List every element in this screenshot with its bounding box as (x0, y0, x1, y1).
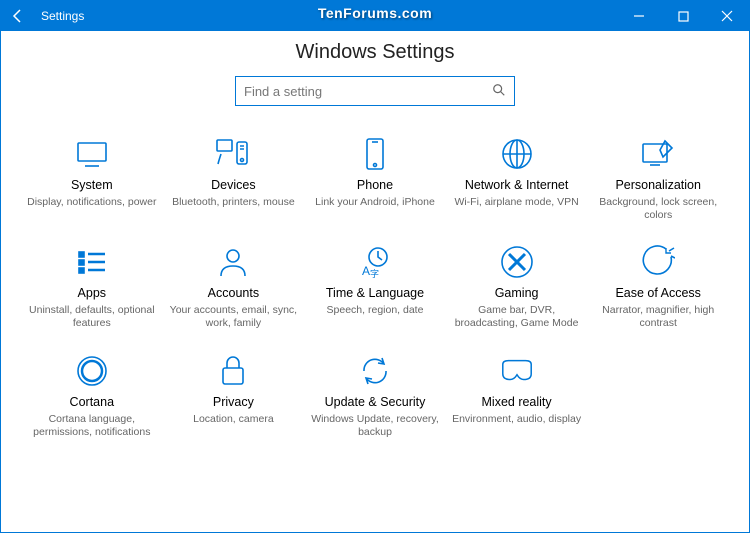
tile-desc: Game bar, DVR, broadcasting, Game Mode (452, 304, 582, 330)
tile-label: Cortana (70, 395, 114, 410)
personalization-icon (640, 136, 676, 172)
tile-devices[interactable]: Devices Bluetooth, printers, mouse (163, 136, 305, 222)
maximize-button[interactable] (661, 1, 705, 31)
tile-phone[interactable]: Phone Link your Android, iPhone (304, 136, 446, 222)
svg-text:A: A (362, 264, 370, 278)
globe-icon (499, 136, 535, 172)
tile-desc: Your accounts, email, sync, work, family (169, 304, 299, 330)
tile-desc: Link your Android, iPhone (315, 196, 435, 209)
settings-grid: System Display, notifications, power Dev… (1, 136, 749, 439)
tile-label: Apps (78, 286, 107, 301)
tile-desc: Cortana language, permissions, notificat… (27, 413, 157, 439)
tile-label: Ease of Access (615, 286, 700, 301)
tile-personalization[interactable]: Personalization Background, lock screen,… (587, 136, 729, 222)
ease-of-access-icon (640, 244, 676, 280)
tile-desc: Narrator, magnifier, high contrast (593, 304, 723, 330)
tile-update-security[interactable]: Update & Security Windows Update, recove… (304, 353, 446, 439)
tile-apps[interactable]: Apps Uninstall, defaults, optional featu… (21, 244, 163, 330)
tile-cortana[interactable]: Cortana Cortana language, permissions, n… (21, 353, 163, 439)
tile-desc: Location, camera (193, 413, 274, 426)
empty-cell (587, 353, 729, 439)
tile-label: Mixed reality (482, 395, 552, 410)
tile-label: System (71, 178, 113, 193)
tile-system[interactable]: System Display, notifications, power (21, 136, 163, 222)
page-title: Windows Settings (1, 41, 749, 64)
tile-desc: Bluetooth, printers, mouse (172, 196, 295, 209)
system-icon (74, 136, 110, 172)
apps-icon (74, 244, 110, 280)
close-button[interactable] (705, 1, 749, 31)
search-input[interactable]: Find a setting (235, 76, 515, 106)
minimize-button[interactable] (617, 1, 661, 31)
tile-desc: Display, notifications, power (27, 196, 156, 209)
tile-label: Privacy (213, 395, 254, 410)
tile-desc: Environment, audio, display (452, 413, 581, 426)
app-title: Settings (41, 9, 84, 23)
tile-label: Gaming (495, 286, 539, 301)
tile-label: Update & Security (325, 395, 426, 410)
tile-desc: Wi-Fi, airplane mode, VPN (454, 196, 578, 209)
tile-label: Accounts (208, 286, 259, 301)
search-icon (492, 83, 506, 100)
window-controls (617, 1, 749, 31)
tile-mixed-reality[interactable]: Mixed reality Environment, audio, displa… (446, 353, 588, 439)
cortana-icon (74, 353, 110, 389)
tile-label: Network & Internet (465, 178, 569, 193)
tile-ease-of-access[interactable]: Ease of Access Narrator, magnifier, high… (587, 244, 729, 330)
tile-desc: Background, lock screen, colors (593, 196, 723, 222)
titlebar: Settings (1, 1, 749, 31)
devices-icon (215, 136, 251, 172)
tile-desc: Speech, region, date (327, 304, 424, 317)
tile-desc: Uninstall, defaults, optional features (27, 304, 157, 330)
update-icon (357, 353, 393, 389)
tile-accounts[interactable]: Accounts Your accounts, email, sync, wor… (163, 244, 305, 330)
accounts-icon (215, 244, 251, 280)
tile-privacy[interactable]: Privacy Location, camera (163, 353, 305, 439)
mixed-reality-icon (499, 353, 535, 389)
tile-network[interactable]: Network & Internet Wi-Fi, airplane mode,… (446, 136, 588, 222)
back-button[interactable] (1, 1, 35, 31)
tile-desc: Windows Update, recovery, backup (310, 413, 440, 439)
phone-icon (357, 136, 393, 172)
tile-time-language[interactable]: A字 Time & Language Speech, region, date (304, 244, 446, 330)
tile-label: Phone (357, 178, 393, 193)
tile-gaming[interactable]: Gaming Game bar, DVR, broadcasting, Game… (446, 244, 588, 330)
tile-label: Personalization (615, 178, 700, 193)
tile-label: Time & Language (326, 286, 424, 301)
search-placeholder: Find a setting (244, 84, 492, 99)
tile-label: Devices (211, 178, 255, 193)
privacy-icon (215, 353, 251, 389)
time-language-icon: A字 (357, 244, 393, 280)
gaming-icon (499, 244, 535, 280)
svg-text:字: 字 (370, 268, 379, 279)
